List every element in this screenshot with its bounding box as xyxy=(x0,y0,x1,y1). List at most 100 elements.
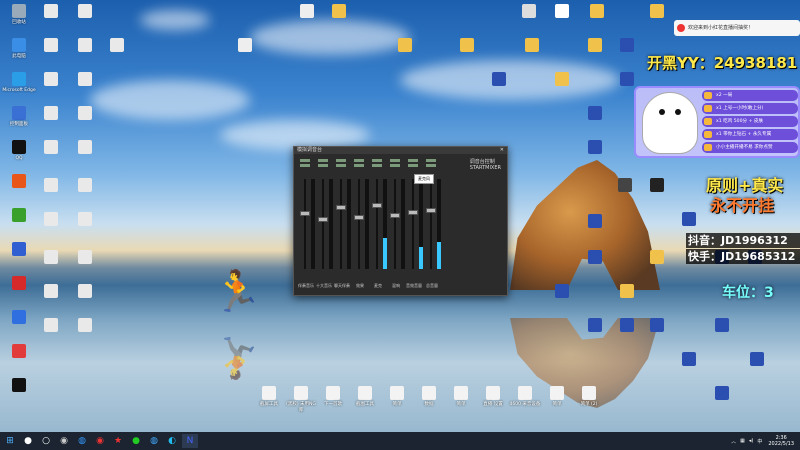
desktop-icon[interactable] xyxy=(34,72,68,88)
desktop-icon[interactable] xyxy=(68,4,102,20)
desktop-file[interactable]: 截屏工具 xyxy=(252,386,286,408)
chevron-up-icon[interactable]: ︿ xyxy=(731,438,736,445)
desktop-file[interactable]: 简单 (2) xyxy=(572,386,606,408)
fader-knob[interactable] xyxy=(408,209,418,215)
volume-icon[interactable]: ◂) xyxy=(749,438,753,444)
desktop-icon[interactable] xyxy=(68,212,102,228)
desktop-icon[interactable] xyxy=(578,318,612,334)
desktop-icon[interactable] xyxy=(672,212,706,228)
desktop-icon[interactable] xyxy=(482,72,516,88)
desktop-file[interactable]: 简单 xyxy=(380,386,414,408)
desktop-icon[interactable] xyxy=(705,318,739,334)
mixer-taskbar-icon[interactable]: N xyxy=(182,434,198,448)
desktop-icon[interactable] xyxy=(68,318,102,334)
desktop-icon[interactable]: QQ xyxy=(2,140,36,162)
desktop-icon[interactable] xyxy=(740,352,774,368)
desktop-icon[interactable] xyxy=(545,72,579,88)
star-icon[interactable]: ★ xyxy=(110,434,126,448)
desktop-icon[interactable] xyxy=(578,250,612,266)
fader-knob[interactable] xyxy=(372,202,382,208)
desktop-icon[interactable] xyxy=(290,4,324,20)
fader-knob[interactable] xyxy=(300,211,310,217)
desktop-icon[interactable] xyxy=(545,284,579,300)
fader-knob[interactable] xyxy=(318,217,328,223)
desktop-icon[interactable] xyxy=(512,4,546,20)
desktop-icon[interactable] xyxy=(322,4,356,20)
desktop-icon[interactable]: 控制面板 xyxy=(2,106,36,128)
desktop-icon[interactable] xyxy=(228,38,262,54)
desktop-icon[interactable] xyxy=(450,38,484,54)
desktop-icon[interactable] xyxy=(2,378,36,394)
qq-icon[interactable]: ◍ xyxy=(146,434,162,448)
desktop-icon[interactable]: 此电脑 xyxy=(2,38,36,60)
desktop-file[interactable]: 直播 设置 xyxy=(476,386,510,408)
fader-knob[interactable] xyxy=(390,213,400,218)
fader-knob[interactable] xyxy=(354,214,364,220)
desktop-icon[interactable] xyxy=(68,284,102,300)
desktop-icon[interactable] xyxy=(34,4,68,20)
search-icon[interactable]: ○ xyxy=(38,434,54,448)
close-icon[interactable]: ✕ xyxy=(500,147,507,154)
desktop-file[interactable]: 数据 xyxy=(412,386,446,408)
desktop-icon[interactable] xyxy=(640,178,674,194)
notification-banner[interactable]: 欢迎来到小红花直播间抽奖！ xyxy=(674,20,800,36)
desktop-file[interactable]: 下一首歌 xyxy=(316,386,350,408)
desktop-icon[interactable] xyxy=(68,106,102,122)
desktop-icon[interactable] xyxy=(640,250,674,266)
desktop-icon[interactable] xyxy=(2,174,36,190)
desktop-icon[interactable] xyxy=(34,178,68,194)
audio-mixer-window[interactable]: 模拟调音台 ✕ 伴奏音乐 十大音乐 聊天伴奏 效果 麦克 混响 音效音量 总音量 调音台控制 … xyxy=(293,146,508,296)
desktop-icon[interactable] xyxy=(580,4,614,20)
network-icon[interactable]: ▦ xyxy=(740,438,745,444)
desktop-icon[interactable] xyxy=(578,214,612,230)
desktop-icon[interactable] xyxy=(34,250,68,266)
desktop-icon[interactable] xyxy=(2,344,36,360)
steam-icon[interactable]: ● xyxy=(20,434,36,448)
desktop-icon[interactable] xyxy=(2,276,36,292)
desktop-icon[interactable] xyxy=(34,140,68,156)
clock[interactable]: 2:36 2022/5/13 xyxy=(768,435,794,447)
desktop-icon[interactable] xyxy=(672,352,706,368)
desktop-icon[interactable] xyxy=(34,212,68,228)
ime-icon[interactable]: 中 xyxy=(757,438,762,445)
desktop-icon[interactable] xyxy=(388,38,422,54)
fader-knob[interactable] xyxy=(426,207,436,213)
desktop-icon[interactable] xyxy=(608,178,642,194)
desktop-icon[interactable] xyxy=(68,140,102,156)
desktop-file[interactable]: 简单 xyxy=(444,386,478,408)
windows-start-icon[interactable]: ⊞ xyxy=(2,434,18,448)
desktop-icon[interactable] xyxy=(705,386,739,402)
desktop-icon[interactable] xyxy=(578,140,612,156)
desktop-icon[interactable] xyxy=(578,106,612,122)
desktop-icon[interactable] xyxy=(34,106,68,122)
game-icon[interactable]: ◉ xyxy=(92,434,108,448)
desktop-icon[interactable]: 回收站 xyxy=(2,4,36,26)
desktop-icon[interactable] xyxy=(610,284,644,300)
desktop-icon[interactable] xyxy=(545,4,579,20)
desktop-icon[interactable] xyxy=(640,4,674,20)
desktop-icon[interactable] xyxy=(34,38,68,54)
desktop-icon[interactable] xyxy=(100,38,134,54)
desktop-icon[interactable] xyxy=(515,38,549,54)
app-icon[interactable]: ◍ xyxy=(74,434,90,448)
desktop-icon[interactable] xyxy=(68,178,102,194)
desktop-icon[interactable] xyxy=(34,284,68,300)
desktop-icon[interactable] xyxy=(68,250,102,266)
desktop-icon[interactable] xyxy=(578,38,612,54)
fader-knob[interactable] xyxy=(336,204,346,210)
desktop-file[interactable]: 4600 采音设备 xyxy=(508,386,542,408)
desktop-icon[interactable] xyxy=(68,38,102,54)
desktop-file[interactable]: 截图工具 xyxy=(348,386,382,408)
wechat-icon[interactable]: ● xyxy=(128,434,144,448)
desktop-icon[interactable] xyxy=(2,310,36,326)
obs-icon[interactable]: ◉ xyxy=(56,434,72,448)
desktop-icon[interactable] xyxy=(2,242,36,258)
mixer-titlebar[interactable]: 模拟调音台 ✕ xyxy=(294,147,507,154)
desktop-icon[interactable] xyxy=(2,208,36,224)
desktop-icon[interactable]: Microsoft Edge xyxy=(2,72,36,94)
desktop-icon[interactable] xyxy=(610,38,644,54)
edge-icon[interactable]: ◐ xyxy=(164,434,180,448)
desktop-icon[interactable] xyxy=(610,318,644,334)
desktop-icon[interactable] xyxy=(34,318,68,334)
desktop-icon[interactable] xyxy=(68,72,102,88)
